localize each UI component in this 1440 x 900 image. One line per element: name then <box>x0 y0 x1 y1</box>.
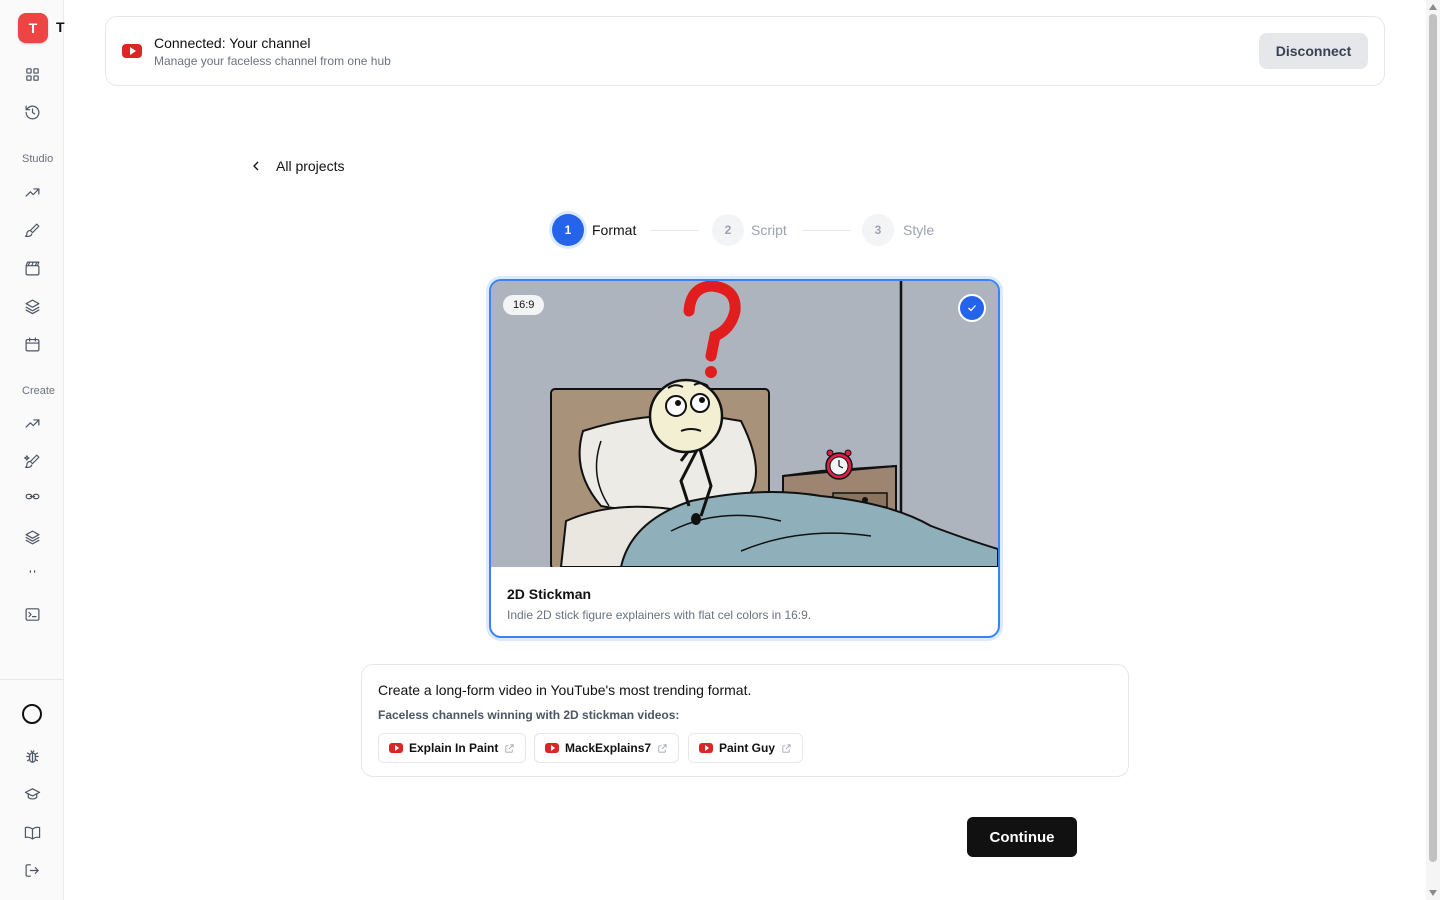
step-3-circle: 3 <box>862 214 894 246</box>
all-projects-label: All projects <box>276 158 345 174</box>
step-3-label: Style <box>903 222 935 238</box>
step-connector <box>802 230 850 231</box>
sidebar: T T Studio Create <box>0 0 65 900</box>
channel-name: Explain In Paint <box>409 741 499 755</box>
format-card-title: 2D Stickman <box>507 586 592 602</box>
stickman-preview-image: 16:9 <box>491 281 998 570</box>
step-1-label: Format <box>592 222 637 238</box>
banner-title: Connected: Your channel <box>154 35 311 51</box>
format-info-box: Create a long-form video in YouTube's mo… <box>361 664 1129 777</box>
step-connector <box>650 230 698 231</box>
dots-icon[interactable] <box>21 560 43 582</box>
continue-button[interactable]: Continue <box>967 817 1077 857</box>
status-circle-icon[interactable] <box>22 704 42 724</box>
external-link-icon <box>505 743 514 753</box>
aspect-ratio-badge: 16:9 <box>503 295 545 315</box>
youtube-icon <box>122 44 142 58</box>
youtube-icon <box>389 743 403 753</box>
youtube-icon <box>699 743 713 753</box>
brush-sparkle-icon[interactable] <box>21 450 43 472</box>
terminal-icon[interactable] <box>21 603 43 625</box>
chevron-left-icon <box>253 161 259 171</box>
format-card-description: Indie 2D stick figure explainers with fl… <box>507 608 812 622</box>
page-scrollbar[interactable] <box>1426 0 1440 900</box>
brush-icon[interactable] <box>21 219 43 241</box>
channel-name: Paint Guy <box>719 741 776 755</box>
channel-link-paint-guy[interactable]: Paint Guy <box>688 733 804 763</box>
step-1-circle: 1 <box>552 214 584 246</box>
channel-link-mackexplains7[interactable]: MackExplains7 <box>534 733 680 763</box>
trending-create-icon[interactable] <box>21 412 43 434</box>
graduation-cap-icon[interactable] <box>21 783 43 805</box>
info-title: Create a long-form video in YouTube's mo… <box>378 682 752 698</box>
step-2-circle: 2 <box>712 214 744 246</box>
trending-icon[interactable] <box>21 181 43 203</box>
calendar-icon[interactable] <box>21 333 43 355</box>
banner-subtitle: Manage your faceless channel from one hu… <box>154 54 391 68</box>
scroll-up-arrow-icon[interactable] <box>1429 4 1437 10</box>
history-icon[interactable] <box>21 101 43 123</box>
channel-name: MackExplains7 <box>565 741 652 755</box>
disconnect-button[interactable]: Disconnect <box>1259 33 1368 69</box>
logo-text: T <box>28 20 38 36</box>
external-link-icon <box>658 743 667 753</box>
scroll-down-arrow-icon[interactable] <box>1429 890 1437 896</box>
connected-channel-banner: Connected: Your channel Manage your face… <box>105 16 1385 86</box>
section-studio: Studio <box>22 153 54 165</box>
book-icon[interactable] <box>21 821 43 843</box>
logout-icon[interactable] <box>21 859 43 881</box>
channel-link-explain-in-paint[interactable]: Explain In Paint <box>378 733 527 763</box>
link-icon[interactable] <box>21 485 43 507</box>
dashboard-grid-icon[interactable] <box>21 63 43 85</box>
sidebar-divider <box>0 679 63 680</box>
selected-check-icon <box>958 294 986 322</box>
app-logo[interactable]: T <box>18 13 48 43</box>
bug-icon[interactable] <box>21 745 43 767</box>
clapperboard-icon[interactable] <box>21 257 43 279</box>
all-projects-link[interactable]: All projects <box>248 158 344 174</box>
stack-icon[interactable] <box>21 526 43 548</box>
layers-icon[interactable] <box>21 295 43 317</box>
format-card-2d-stickman[interactable]: 16:9 2D Stickman Indie 2D stick figure e… <box>489 279 1000 638</box>
scroll-thumb[interactable] <box>1429 14 1437 862</box>
external-link-icon <box>782 743 791 753</box>
logo-label: T <box>56 19 65 35</box>
step-2-label: Script <box>751 222 787 238</box>
info-subtitle: Faceless channels winning with 2D stickm… <box>378 708 680 722</box>
section-create: Create <box>22 385 56 397</box>
youtube-icon <box>545 743 559 753</box>
